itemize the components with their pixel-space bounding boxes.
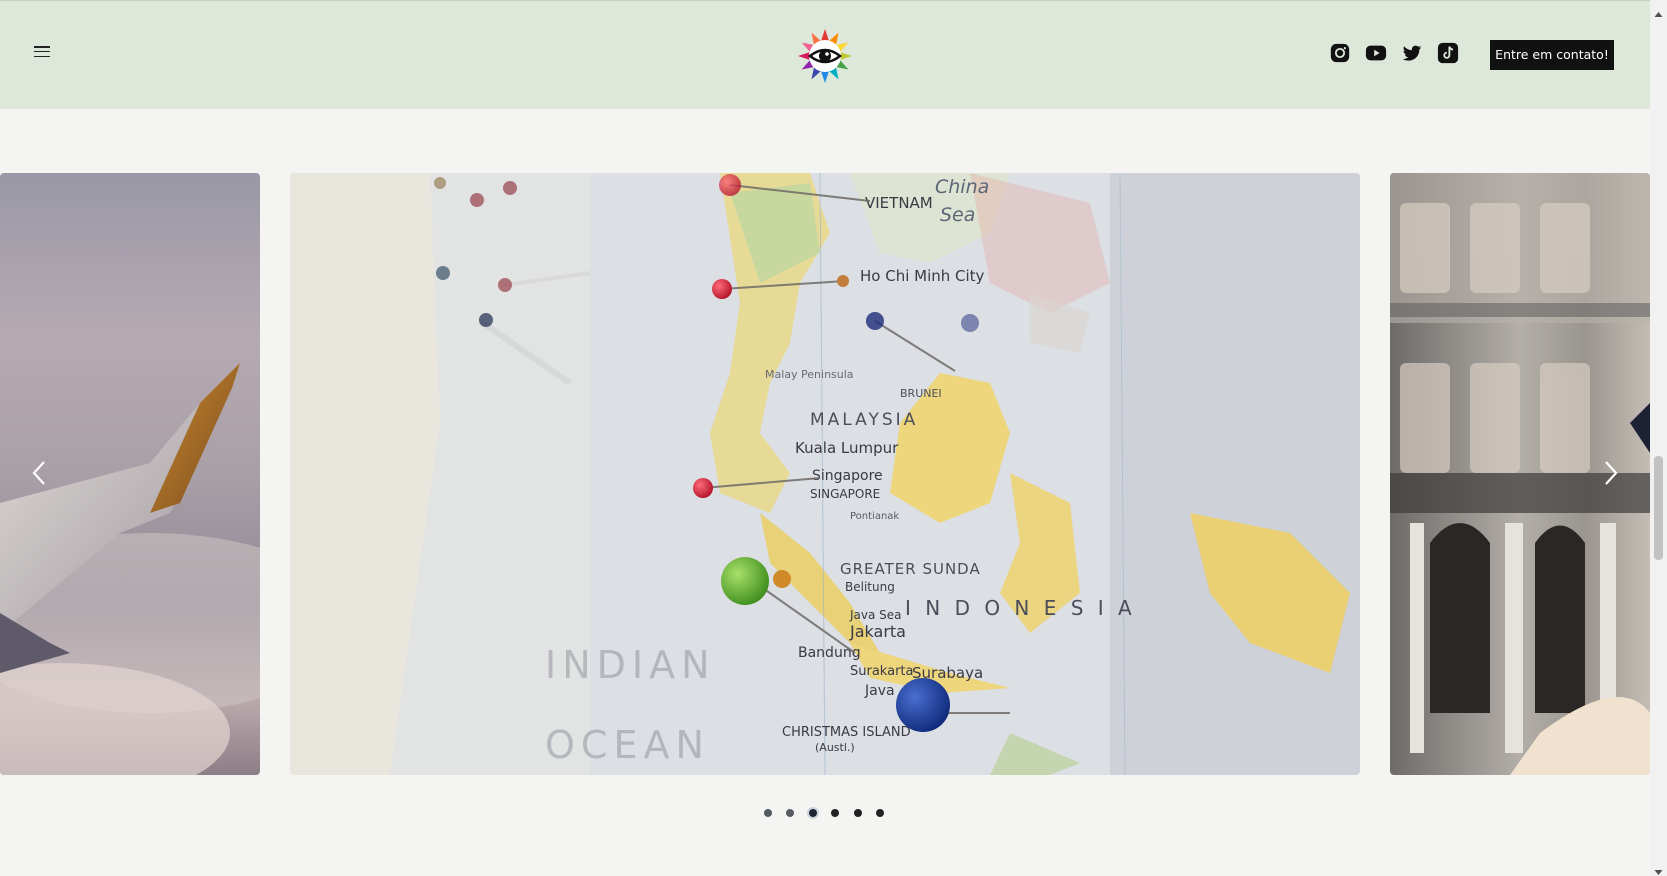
instagram-icon[interactable]: [1329, 42, 1351, 64]
map-label-christmas-island: CHRISTMAS ISLAND: [782, 725, 911, 740]
map-label-vietnam: VIETNAM: [865, 194, 933, 212]
map-label-china: China: [935, 176, 989, 198]
site-header: Entre em contato!: [0, 1, 1650, 109]
map-label-surakarta: Surakarta: [850, 664, 913, 679]
rainbow-eye-logo[interactable]: [797, 28, 853, 84]
contact-button[interactable]: Entre em contato!: [1490, 40, 1614, 70]
map-label-indian: INDIAN: [545, 643, 716, 687]
map-label-singapore-caps: SINGAPORE: [810, 487, 880, 501]
map-label-kuala-lumpur: Kuala Lumpur: [795, 439, 899, 457]
twitter-icon[interactable]: [1401, 42, 1423, 64]
map-label-austl: (Austl.): [815, 741, 855, 754]
pagination-dot-5[interactable]: [854, 809, 862, 817]
map-label-brunei: BRUNEI: [900, 387, 942, 400]
map-label-indonesia: I N D O N E S I A: [905, 596, 1136, 620]
map-label-jakarta: Jakarta: [849, 622, 906, 641]
map-label-pontianak: Pontianak: [850, 511, 899, 522]
map-label-malaysia: MALAYSIA: [810, 410, 918, 430]
chevron-left-icon[interactable]: [27, 460, 53, 486]
pagination-dot-2[interactable]: [786, 809, 794, 817]
map-label-java-sea: Java Sea: [849, 608, 902, 622]
pagination-dot-3[interactable]: [809, 809, 817, 817]
pagination-dot-1[interactable]: [764, 809, 772, 817]
map-label-sea: Sea: [940, 204, 975, 226]
scroll-down-arrow-icon[interactable]: [1654, 862, 1663, 875]
pagination-dot-6[interactable]: [876, 809, 884, 817]
carousel-slide-active[interactable]: VIETNAM China Sea Ho Chi Minh City Malay…: [290, 173, 1360, 775]
map-label-greater-sunda: GREATER SUNDA: [840, 560, 981, 578]
map-label-bandung: Bandung: [798, 645, 861, 661]
map-label-java: Java: [864, 683, 895, 699]
page-scrollbar[interactable]: [1650, 0, 1667, 876]
map-label-hcm: Ho Chi Minh City: [860, 267, 985, 285]
hamburger-menu-icon[interactable]: [34, 46, 50, 60]
scrollbar-thumb[interactable]: [1654, 456, 1663, 560]
map-label-belitung: Belitung: [845, 580, 895, 594]
map-label-singapore: Singapore: [812, 468, 883, 484]
pagination-dot-4[interactable]: [831, 809, 839, 817]
chevron-right-icon[interactable]: [1597, 460, 1623, 486]
map-label-ocean: OCEAN: [545, 723, 710, 767]
youtube-icon[interactable]: [1365, 42, 1387, 64]
tiktok-icon[interactable]: [1437, 42, 1459, 64]
map-label-peninsula: Malay Peninsula: [765, 368, 854, 381]
scroll-up-arrow-icon[interactable]: [1654, 4, 1663, 17]
